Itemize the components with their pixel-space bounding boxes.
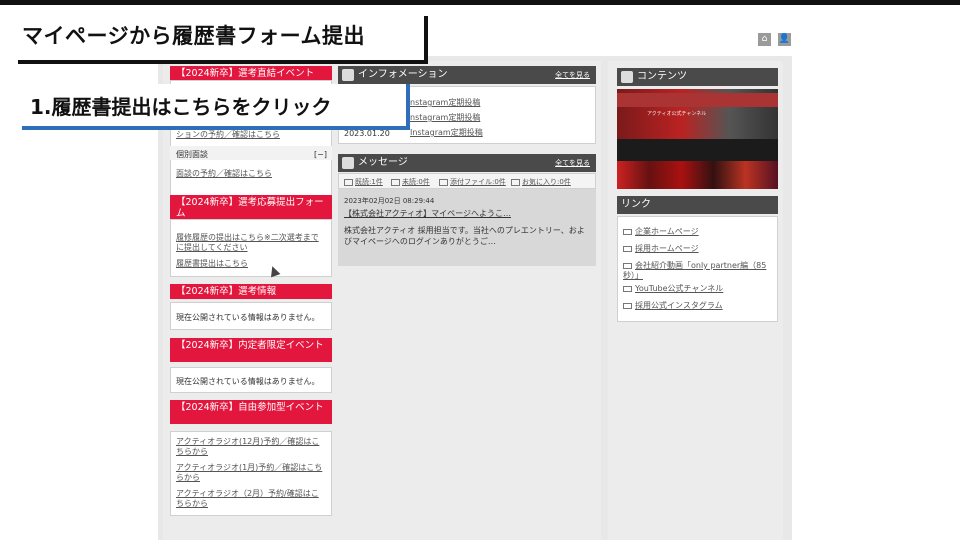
info-row-3[interactable]: Instagram定期投稿 — [410, 128, 483, 138]
link-video[interactable]: 会社紹介動画「only partner編（85秒）」 — [623, 261, 773, 281]
selection-text: 現在公開されている情報はありません。 — [176, 313, 320, 322]
tab-unread[interactable]: 未読:0件 — [391, 177, 430, 187]
interview-toggle[interactable]: [−] — [314, 149, 327, 160]
link-instagram[interactable]: 採用公式インスタグラム — [623, 301, 723, 311]
film-icon — [621, 71, 633, 83]
link-corporate[interactable]: 企業ホームページ — [623, 227, 699, 237]
links-header: リンク — [617, 196, 778, 214]
message-tabs: 既読:1件 未読:0件 添付ファイル:0件 お気に入り:0件 — [338, 173, 596, 189]
instruction-text: 1.履歴書提出はこちらをクリック — [30, 95, 332, 119]
page-title: マイページから履歴書フォーム提出 — [22, 24, 365, 48]
interview-link[interactable]: 面談の予約／確認はこちら — [176, 169, 272, 179]
transcript-link[interactable]: 履修履歴の提出はこちら※二次選考までに提出してください — [176, 233, 326, 253]
message-header: メッセージ 全てを見る — [338, 154, 596, 172]
tab-favorites[interactable]: お気に入り:0件 — [511, 177, 571, 187]
offer-text: 現在公開されている情報はありません。 — [176, 377, 320, 386]
message-subject[interactable]: 【株式会社アクティオ】マイページへようこ… — [344, 208, 511, 219]
radio-link-feb[interactable]: アクティオラジオ（2月）予約/確認はこちらから — [176, 489, 326, 509]
message-more-link[interactable]: 全てを見る — [555, 154, 590, 172]
external-link-icon — [623, 245, 632, 252]
youtube-channel-thumbnail[interactable]: アクティオ公式チャンネル — [617, 89, 778, 189]
external-link-icon — [623, 302, 632, 309]
info-header: インフォメーション 全てを見る — [338, 66, 596, 84]
radio-link-dec[interactable]: アクティオラジオ(12月)予約／確認はこちらから — [176, 437, 326, 457]
radio-link-jan[interactable]: アクティオラジオ(1月)予約／確認はこちらから — [176, 463, 326, 483]
channel-name: アクティオ公式チャンネル — [647, 111, 707, 117]
info-row-1[interactable]: nstagram定期投稿 — [410, 98, 480, 108]
external-link-icon — [623, 228, 632, 235]
external-link-icon — [623, 262, 632, 269]
message-date: 2023年02月02日 08:29:44 — [344, 197, 435, 205]
tab-read[interactable]: 既読:1件 — [344, 177, 383, 187]
link-recruit[interactable]: 採用ホームページ — [623, 244, 699, 254]
external-link-icon — [623, 285, 632, 292]
speech-bubble-icon — [342, 69, 354, 81]
event-header: 【2024新卒】選考直結イベント — [170, 66, 332, 81]
screen: ⌂ 👤 【2024新卒】選考直結イベント ションの予約／確認はこちら 個別面談 … — [0, 0, 960, 540]
top-bar — [0, 0, 960, 5]
info-row-2[interactable]: nstagram定期投稿 — [410, 113, 480, 123]
envelope-icon — [342, 157, 354, 169]
tab-attachments[interactable]: 添付ファイル:0件 — [439, 177, 506, 187]
free-header: 【2024新卒】自由参加型イベント — [170, 400, 332, 424]
user-icon[interactable]: 👤 — [778, 33, 791, 46]
link-youtube[interactable]: YouTube公式チャンネル — [623, 284, 723, 294]
message-body: 株式会社アクティオ 採用担当です。当社へのプレエントリー、およびマイページへのロ… — [344, 226, 585, 246]
offer-header: 【2024新卒】内定者限定イベント — [170, 338, 332, 362]
event-link[interactable]: ションの予約／確認はこちら — [176, 130, 280, 140]
info-more-link[interactable]: 全てを見る — [555, 66, 590, 84]
application-header: 【2024新卒】選考応募提出フォーム — [170, 195, 332, 219]
selection-header: 【2024新卒】選考情報 — [170, 284, 332, 299]
interview-label: 個別面談 — [176, 150, 208, 159]
contents-header: コンテンツ — [617, 68, 778, 86]
home-icon[interactable]: ⌂ — [758, 33, 771, 46]
resume-link[interactable]: 履歴書提出はこちら — [176, 259, 248, 269]
